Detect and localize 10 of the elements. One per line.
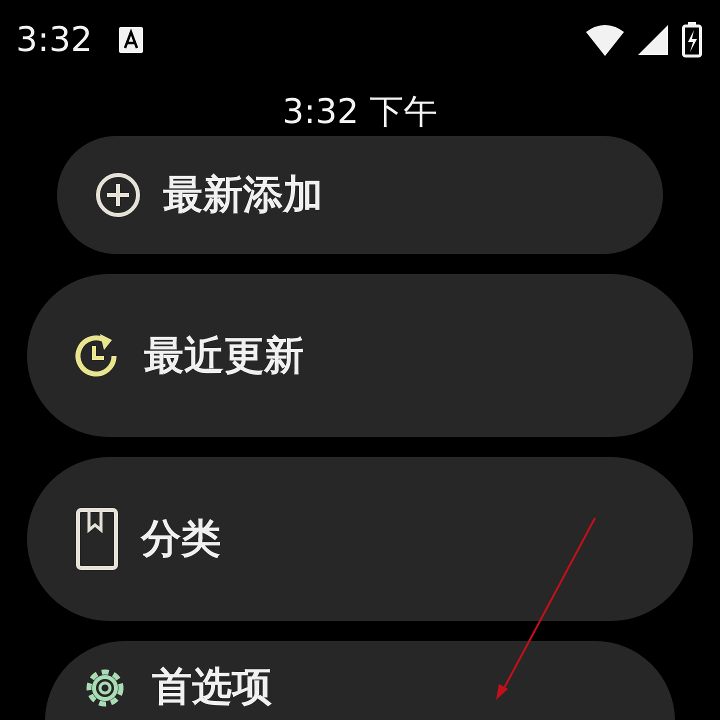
signal-icon: [638, 25, 668, 55]
wifi-icon: [586, 24, 624, 56]
clock-time: 3:32 下午: [282, 92, 438, 132]
menu-item[interactable]: 首选项: [45, 641, 675, 720]
notification-icon: [118, 26, 144, 54]
menu-item[interactable]: 最近更新: [27, 274, 693, 437]
menu-item[interactable]: 最新添加: [57, 136, 663, 254]
menu-item[interactable]: 分类: [27, 457, 693, 621]
battery-icon: [682, 22, 702, 58]
status-time: 3:32: [16, 20, 92, 60]
